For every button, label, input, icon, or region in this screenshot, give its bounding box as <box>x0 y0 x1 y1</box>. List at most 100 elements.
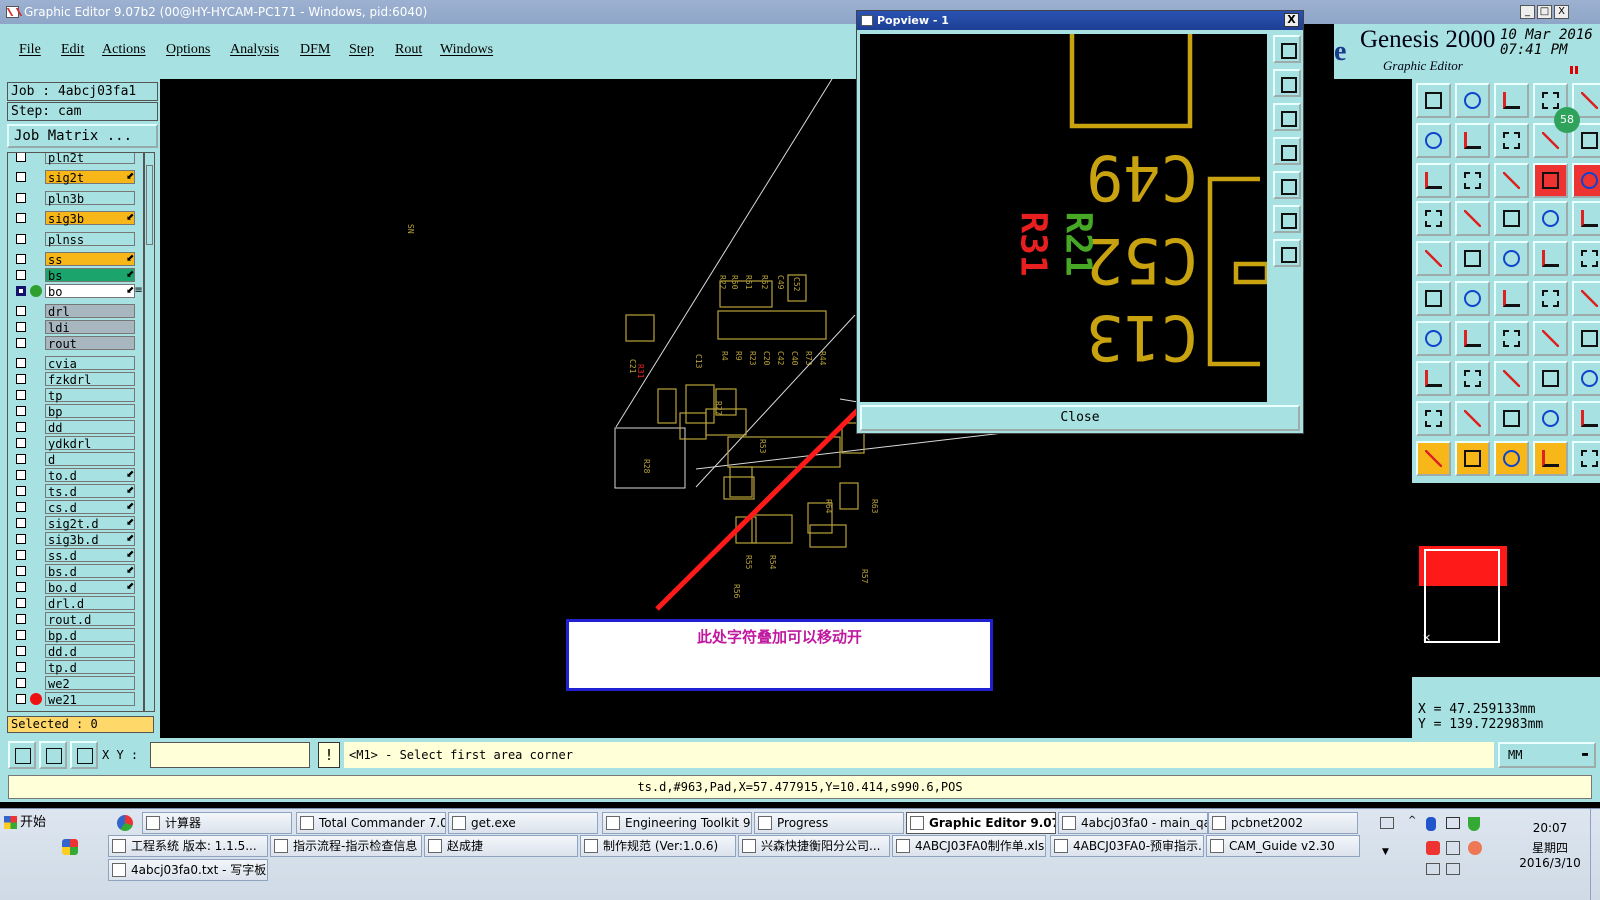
pcb-pad[interactable] <box>685 384 715 424</box>
taskbar-clock[interactable]: 20:07 星期四 2016/3/10 <box>1500 821 1600 871</box>
layer-checkbox[interactable] <box>16 694 26 704</box>
layer-checkbox[interactable] <box>16 358 26 368</box>
grid-mode-button[interactable] <box>70 741 98 769</box>
start-button[interactable]: 开始 <box>2 812 52 834</box>
snap-mode-button[interactable] <box>8 741 36 769</box>
tool-measure-1-button[interactable] <box>1416 321 1451 356</box>
popview-zoom-home-button[interactable] <box>1273 69 1301 97</box>
layer-row-dd-d[interactable]: dd.d <box>8 643 143 659</box>
layer-row-tp-d[interactable]: tp.d <box>8 659 143 675</box>
tray-bluetooth-icon[interactable] <box>1426 817 1436 831</box>
layer-name[interactable]: bo <box>45 284 135 299</box>
layer-checkbox[interactable] <box>16 213 26 223</box>
tool-rotate-1-button[interactable] <box>1416 201 1451 236</box>
taskbar-task-3[interactable]: get.exe <box>448 812 598 834</box>
layer-name[interactable]: ldi <box>45 320 135 335</box>
taskbar-task-4[interactable]: Engineering Toolkit 9.0... <box>602 812 752 834</box>
layer-name[interactable]: bp <box>45 404 135 419</box>
tool-rotate-2-button[interactable] <box>1455 201 1490 236</box>
layer-row-bs-d[interactable]: bs.d ⬋ <box>8 563 143 579</box>
layer-name[interactable]: tp <box>45 388 135 403</box>
layer-checkbox[interactable] <box>16 502 26 512</box>
popview-pan-left-button[interactable] <box>1273 137 1301 165</box>
layer-name[interactable]: sig2t <box>45 170 135 185</box>
taskbar-task-row2-2[interactable]: 指示流程-指示检查信息 <box>270 835 422 857</box>
tool-snap-3-button[interactable] <box>1494 281 1529 316</box>
layer-checkbox[interactable] <box>16 662 26 672</box>
tool-snap-1-button[interactable] <box>1416 281 1451 316</box>
tool-connect-2-button[interactable] <box>1455 441 1490 476</box>
layer-checkbox[interactable] <box>16 550 26 560</box>
tool-move-1-button[interactable] <box>1416 83 1451 118</box>
close-button[interactable]: X <box>1554 5 1569 19</box>
pcb-pad[interactable] <box>751 514 793 544</box>
layer-name[interactable]: to.d <box>45 468 135 483</box>
menu-step[interactable]: Step <box>349 42 374 58</box>
pcb-pad[interactable] <box>729 466 753 498</box>
tool-select-3-button[interactable] <box>1494 401 1529 436</box>
layer-row-drl[interactable]: drl <box>8 303 143 319</box>
tool-measure-3-button[interactable] <box>1494 321 1529 356</box>
layer-row-sig2t-d[interactable]: sig2t.d ⬋ <box>8 515 143 531</box>
layer-checkbox[interactable] <box>16 270 26 280</box>
taskbar-task-7[interactable]: 4abcj03fa0 - main_qa <box>1058 812 1208 834</box>
menu-file[interactable]: File <box>19 42 41 58</box>
tool-mirror-3-button[interactable] <box>1494 241 1529 276</box>
layer-checkbox[interactable] <box>16 306 26 316</box>
taskbar-task-8[interactable]: pcbnet2002 <box>1208 812 1358 834</box>
layer-name[interactable]: bp.d <box>45 628 135 643</box>
layer-name[interactable]: ts.d <box>45 484 135 499</box>
taskbar-task-1[interactable]: 计算器 <box>142 812 292 834</box>
layer-checkbox[interactable] <box>16 390 26 400</box>
minimize-button[interactable]: _ <box>1520 5 1535 19</box>
tool-snap-5-button[interactable] <box>1572 281 1600 316</box>
layer-row-bs[interactable]: bs ⬋ <box>8 267 143 283</box>
windows-logo-icon[interactable] <box>62 839 78 855</box>
tool-resize-3-button[interactable] <box>1494 163 1529 198</box>
layer-name[interactable]: sig3b <box>45 211 135 226</box>
layer-row-bo[interactable]: bo ⬋≡ <box>8 283 143 299</box>
layer-checkbox[interactable] <box>16 534 26 544</box>
taskbar-task-row2-4[interactable]: 制作规范 (Ver:1.0.6) <box>580 835 736 857</box>
layer-checkbox[interactable] <box>16 338 26 348</box>
taskbar-task-row2-8[interactable]: CAM_Guide v2.30 <box>1206 835 1360 857</box>
tool-highlight-5-button[interactable] <box>1572 361 1600 396</box>
tool-highlight-2-button[interactable] <box>1455 361 1490 396</box>
tool-highlight-4-button[interactable] <box>1533 361 1568 396</box>
layer-name[interactable]: sig2t.d <box>45 516 135 531</box>
layer-checkbox[interactable] <box>16 598 26 608</box>
layer-checkbox[interactable] <box>16 406 26 416</box>
layer-checkbox[interactable] <box>16 518 26 528</box>
popview-zoom-out-button[interactable] <box>1273 103 1301 131</box>
pause-icon[interactable] <box>1570 66 1578 74</box>
layer-checkbox[interactable] <box>16 454 26 464</box>
layer-name[interactable]: bo.d <box>45 580 135 595</box>
layer-name[interactable]: ydkdrl <box>45 436 135 451</box>
tray-app3-icon[interactable] <box>1468 841 1482 855</box>
layer-checkbox[interactable] <box>16 582 26 592</box>
layer-checkbox[interactable] <box>16 438 26 448</box>
layer-row-rout-d[interactable]: rout.d <box>8 611 143 627</box>
layer-checkbox[interactable] <box>16 630 26 640</box>
tool-connect-1-button[interactable] <box>1416 441 1451 476</box>
pcb-pad[interactable] <box>705 408 747 436</box>
tool-mirror-5-button[interactable] <box>1572 241 1600 276</box>
tool-copy-1-button[interactable] <box>1416 123 1451 158</box>
tray-app-icon[interactable] <box>1426 841 1440 855</box>
tool-select-2-button[interactable] <box>1455 401 1490 436</box>
menu-dfm[interactable]: DFM <box>300 42 330 58</box>
layer-row-ss[interactable]: ss ⬋ <box>8 251 143 267</box>
tray-volume-icon[interactable] <box>1446 863 1460 875</box>
minimap[interactable]: × <box>1412 481 1600 677</box>
layer-row-to-d[interactable]: to.d ⬋ <box>8 467 143 483</box>
tool-highlight-1-button[interactable] <box>1416 361 1451 396</box>
tool-connect-4-button[interactable] <box>1533 441 1568 476</box>
tray-shield-icon[interactable] <box>1468 817 1480 831</box>
taskbar-task-row3-1[interactable]: 4abcj03fa0.txt - 写字板 <box>108 859 268 881</box>
layer-row-bp[interactable]: bp <box>8 403 143 419</box>
tool-copy-2-button[interactable] <box>1455 123 1490 158</box>
layer-name[interactable]: cs.d <box>45 500 135 515</box>
show-desktop-button[interactable] <box>1590 809 1600 900</box>
pcb-pad[interactable] <box>657 388 677 424</box>
unit-selector[interactable]: MM ▬ <box>1498 742 1596 768</box>
